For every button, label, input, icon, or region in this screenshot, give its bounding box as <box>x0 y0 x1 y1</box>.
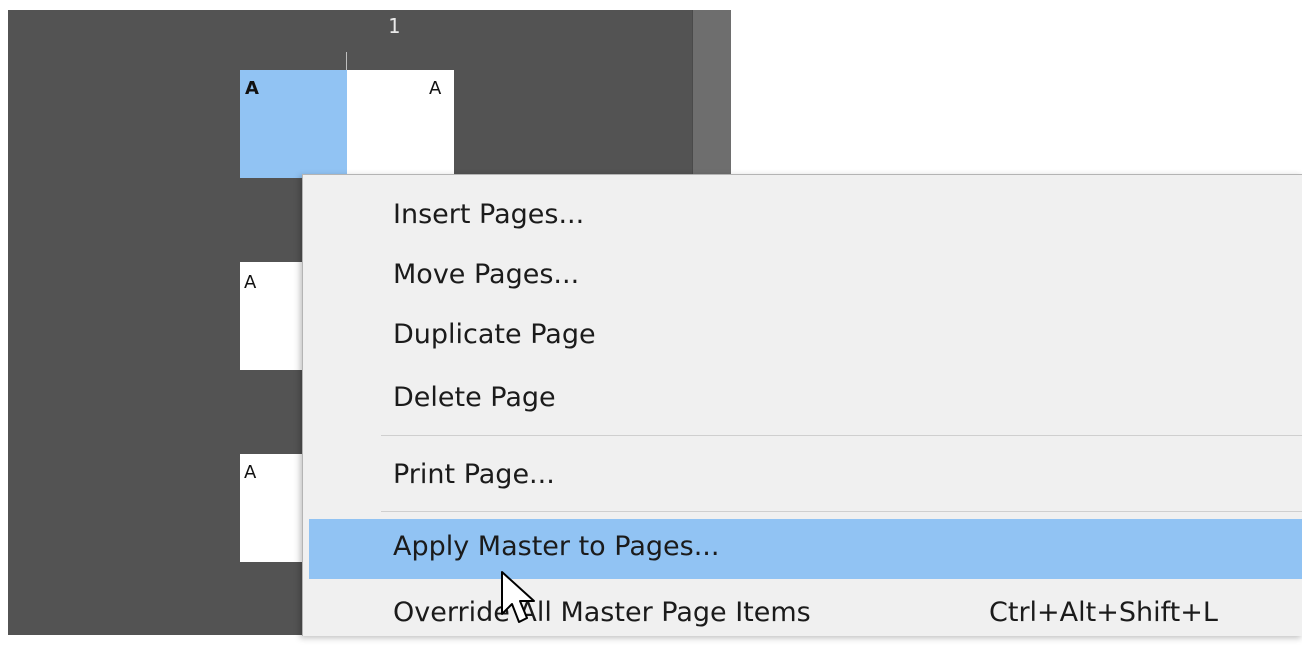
menu-separator <box>381 435 1302 436</box>
menu-item-apply-master-to-pages[interactable]: Apply Master to Pages... <box>309 519 1302 579</box>
menu-item-label: Override All Master Page Items <box>393 597 811 628</box>
menu-item-move-pages[interactable]: Move Pages... <box>309 247 1302 307</box>
spread-spine-marker <box>346 52 347 70</box>
menu-item-label: Move Pages... <box>393 259 580 290</box>
master-letter: A <box>244 462 257 483</box>
spread-right-page[interactable]: A <box>347 70 454 178</box>
menu-item-delete-page[interactable]: Delete Page <box>309 370 1302 430</box>
menu-item-label: Apply Master to Pages... <box>393 531 720 562</box>
master-letter: A <box>245 78 259 99</box>
menu-item-label: Duplicate Page <box>393 319 596 350</box>
page-context-menu: Insert Pages... Move Pages... Duplicate … <box>302 174 1302 636</box>
page-thumbnail[interactable]: A <box>240 262 302 370</box>
master-letter: A <box>429 78 442 99</box>
master-letter: A <box>244 272 257 293</box>
menu-item-shortcut: Ctrl+Alt+Shift+L <box>989 597 1218 628</box>
menu-item-insert-pages[interactable]: Insert Pages... <box>309 187 1302 247</box>
menu-item-print-page[interactable]: Print Page... <box>309 447 1302 507</box>
page-thumbnail[interactable]: A <box>240 454 302 562</box>
menu-item-label: Print Page... <box>393 459 555 490</box>
spread-page-number: 1 <box>388 14 401 38</box>
menu-separator <box>381 511 1302 512</box>
menu-item-label: Delete Page <box>393 382 556 413</box>
arrow-pointer-icon <box>501 571 535 623</box>
spread-left-page[interactable]: A <box>240 70 347 178</box>
menu-item-override-all-master-page-items[interactable]: Override All Master Page Items Ctrl+Alt+… <box>309 585 1302 645</box>
menu-item-duplicate-page[interactable]: Duplicate Page <box>309 307 1302 367</box>
page-thumbnail-spread[interactable]: A A <box>240 70 454 178</box>
menu-item-label: Insert Pages... <box>393 199 585 230</box>
